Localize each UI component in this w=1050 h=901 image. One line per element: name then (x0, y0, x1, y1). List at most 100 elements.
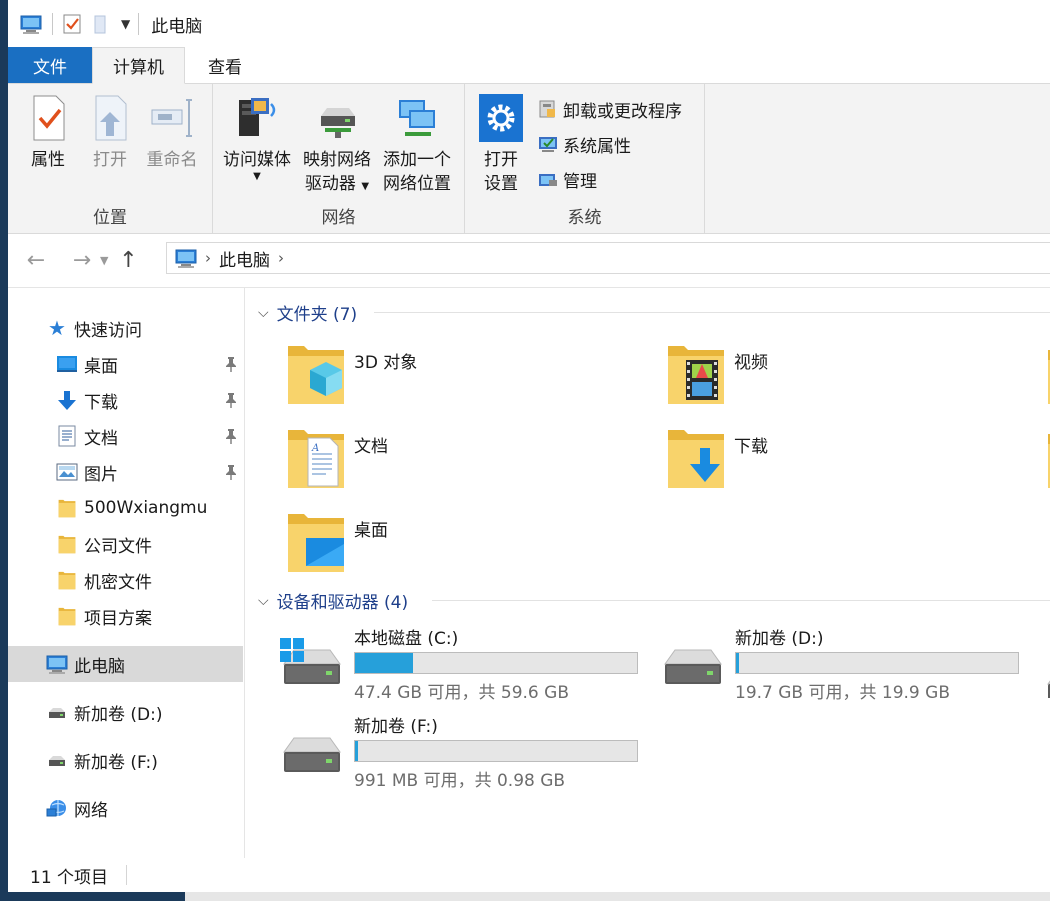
folder-icon (1046, 428, 1050, 488)
manage-button[interactable]: 管理 (537, 164, 597, 194)
nav-quick-access-label: 快速访问 (74, 320, 142, 341)
quick-access-dropdown-icon[interactable]: ▼ (121, 17, 130, 31)
nav-this-pc[interactable]: 此电脑 (8, 646, 243, 682)
nav-item-desktop[interactable]: 桌面 (8, 346, 243, 382)
add-network-location-button[interactable]: 添加一个 网络位置 (377, 94, 457, 196)
folder-name: 文档 (354, 437, 388, 457)
add-location-label-2: 网络位置 (383, 174, 451, 194)
drive-item-d[interactable]: 新加卷 (D:) 19.7 GB 可用，共 19.9 GB (659, 624, 1019, 703)
downloads-icon (666, 424, 726, 490)
folder-icon (56, 605, 78, 627)
folder-item-partial[interactable] (1046, 344, 1050, 404)
nav-item-folder[interactable]: 500Wxiangmu (8, 490, 243, 526)
chevron-down-icon[interactable]: ⌵ (258, 305, 269, 321)
drives-header-label: 设备和驱动器 (4) (276, 593, 409, 613)
properties-icon (33, 95, 65, 141)
drive-item-c[interactable]: 本地磁盘 (C:) 47.4 GB 可用，共 59.6 GB (278, 624, 638, 703)
drive-info: 新加卷 (F:) 991 MB 可用，共 0.98 GB (354, 712, 638, 791)
document-icon (56, 425, 78, 447)
section-divider (432, 600, 1050, 601)
nav-drive-d[interactable]: 新加卷 (D:) (8, 694, 243, 730)
up-arrow-icon[interactable]: ↑ (110, 243, 146, 279)
drive-name: 本地磁盘 (C:) (354, 629, 459, 649)
open-settings-button[interactable]: 打开 设置 (475, 94, 527, 196)
status-bar: 11 个项目 (8, 858, 1050, 892)
svg-text:A: A (311, 443, 319, 454)
breadcrumb-chevron-icon[interactable]: › (278, 249, 284, 267)
star-icon: ★ (48, 316, 66, 340)
breadcrumb-chevron-icon[interactable]: › (205, 249, 211, 267)
ribbon-tabs: 文件 计算机 查看 (8, 47, 1050, 84)
chevron-down-icon[interactable]: ⌵ (258, 593, 269, 609)
folder-item[interactable]: A 文档 (286, 424, 388, 490)
nav-item-pictures[interactable]: 图片 (8, 454, 243, 490)
pin-icon[interactable] (223, 355, 239, 373)
nav-item-label: 桌面 (84, 356, 118, 377)
new-folder-quick-icon[interactable] (89, 13, 111, 35)
drive-name: 新加卷 (D:) (735, 629, 824, 649)
tab-view[interactable]: 查看 (185, 47, 265, 83)
folder-item[interactable]: 3D 对象 (286, 340, 417, 406)
nav-item-folder[interactable]: 公司文件 (8, 526, 243, 562)
folder-name: 桌面 (354, 521, 388, 541)
nav-item-documents[interactable]: 文档 (8, 418, 243, 454)
recent-locations-chevron-icon[interactable]: ▼ (100, 254, 108, 267)
access-media-button[interactable]: 访问媒体 ▼ (219, 94, 295, 182)
drive-free-space: 47.4 GB 可用，共 59.6 GB (354, 683, 569, 703)
network-icon (46, 797, 68, 819)
ribbon-group-network: 访问媒体 ▼ 映射网络 驱动器 ▼ 添加一个 网络位置 网络 (213, 84, 465, 234)
manage-icon (539, 174, 557, 186)
content-pane: ⌵ 文件夹 (7) 3D 对象 视频 A 文档 下载 桌面 ⌵ 设备和驱动器 (… (246, 288, 1050, 858)
uninstall-label: 卸载或更改程序 (563, 101, 682, 122)
nav-item-label: 机密文件 (84, 572, 152, 593)
map-drive-label-1: 映射网络 (303, 150, 371, 170)
gear-icon (479, 94, 523, 142)
item-count: 11 个项目 (30, 867, 109, 888)
folder-icon (56, 569, 78, 591)
nav-item-folder[interactable]: 机密文件 (8, 562, 243, 598)
nav-item-downloads[interactable]: 下载 (8, 382, 243, 418)
title-bar: ▼ 此电脑 (8, 0, 1050, 48)
drive-item-f[interactable]: 新加卷 (F:) 991 MB 可用，共 0.98 GB (278, 712, 638, 791)
tab-computer[interactable]: 计算机 (92, 47, 185, 84)
drive-icon (46, 701, 68, 723)
ribbon-group-label: 系统 (567, 208, 602, 228)
nav-drive-d-label: 新加卷 (D:) (74, 704, 163, 725)
open-button[interactable]: 打开 (84, 94, 136, 172)
dropdown-arrow-icon: ▼ (253, 171, 261, 182)
ribbon-group-location: 属性 打开 重命名 位置 (8, 84, 213, 234)
taskbar-edge (0, 892, 1050, 901)
folder-item[interactable]: 视频 (666, 340, 768, 406)
drive-free-space: 19.7 GB 可用，共 19.9 GB (735, 683, 950, 703)
address-bar[interactable]: › 此电脑 › (166, 242, 1050, 274)
window-title: 此电脑 (151, 16, 203, 37)
uninstall-program-button[interactable]: 卸载或更改程序 (537, 94, 682, 124)
rename-button[interactable]: 重命名 (140, 94, 204, 172)
tab-file[interactable]: 文件 (8, 47, 92, 83)
nav-network[interactable]: 网络 (8, 790, 243, 826)
folder-item[interactable]: 桌面 (286, 508, 388, 574)
folder-item-partial[interactable] (1046, 428, 1050, 488)
map-network-drive-button[interactable]: 映射网络 驱动器 ▼ (299, 94, 375, 199)
nav-drive-f[interactable]: 新加卷 (F:) (8, 742, 243, 778)
section-header-drives[interactable]: ⌵ 设备和驱动器 (4) (258, 588, 409, 614)
pin-icon[interactable] (223, 463, 239, 481)
folders-header-label: 文件夹 (7) (276, 305, 358, 325)
folder-item[interactable]: 下载 (666, 424, 768, 490)
back-arrow-icon[interactable]: ← (18, 243, 54, 279)
nav-quick-access[interactable]: ★ 快速访问 (8, 310, 243, 346)
drive-item-partial[interactable] (1042, 658, 1050, 698)
system-properties-icon (539, 137, 557, 152)
drive-free-space: 991 MB 可用，共 0.98 GB (354, 771, 566, 791)
nav-item-folder[interactable]: 项目方案 (8, 598, 243, 634)
properties-button[interactable]: 属性 (22, 94, 74, 172)
section-header-folders[interactable]: ⌵ 文件夹 (7) (258, 300, 358, 326)
system-properties-button[interactable]: 系统属性 (537, 129, 631, 159)
drive-icon (1042, 658, 1050, 698)
pin-icon[interactable] (223, 427, 239, 445)
properties-quick-icon[interactable] (61, 13, 83, 35)
pin-icon[interactable] (223, 391, 239, 409)
forward-arrow-icon[interactable]: → (64, 243, 100, 279)
breadcrumb-this-pc[interactable]: 此电脑 (219, 246, 270, 271)
desktop-icon (286, 508, 344, 574)
